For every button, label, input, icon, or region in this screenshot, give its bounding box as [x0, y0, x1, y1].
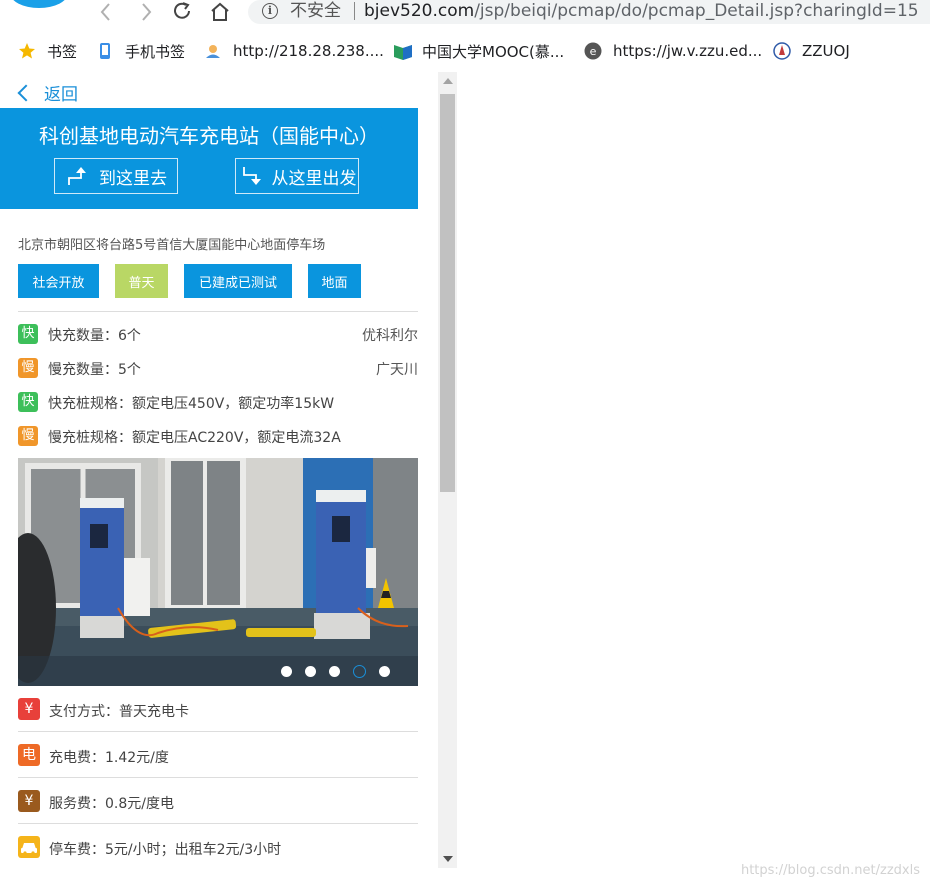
url-host: bjev520.com: [364, 1, 475, 21]
station-photo-carousel[interactable]: [18, 458, 418, 686]
electricity-icon: 电: [18, 744, 40, 766]
reload-icon[interactable]: [170, 0, 194, 24]
service-fee-row: ¥ 服务费：0.8元/度电: [18, 790, 418, 814]
bookmark-label: http://218.28.238....: [233, 42, 384, 60]
chevron-left-icon: [17, 84, 35, 101]
url-path: /jsp/beiqi/pcmap/do/pcmap_Detail.jsp?cha…: [474, 1, 919, 21]
carousel-dot[interactable]: [379, 666, 390, 677]
edge-icon: e: [584, 42, 602, 60]
url-text[interactable]: bjev520.com/jsp/beiqi/pcmap/do/pcmap_Det…: [364, 0, 919, 22]
bookmark-item[interactable]: 手机书签: [96, 36, 185, 66]
divider: [18, 777, 418, 778]
fast-count-row: 快 快充数量：6个 优科利尔: [18, 322, 418, 348]
depart-here-button[interactable]: 从这里出发: [235, 158, 359, 194]
charge-fee: 充电费：1.42元/度: [49, 750, 169, 766]
charge-fee-row: 电 充电费：1.42元/度: [18, 744, 418, 768]
station-photo: [18, 458, 418, 686]
tag-label: 地面: [321, 275, 348, 291]
tag-label: 社会开放: [32, 275, 85, 291]
payment-row: ¥ 支付方式：普天充电卡: [18, 698, 418, 722]
back-arrow-icon[interactable]: [94, 0, 118, 24]
scroll-up-arrow-icon[interactable]: [443, 78, 453, 84]
scrollbar-thumb[interactable]: [440, 94, 455, 492]
carousel-dots: [268, 665, 390, 678]
parking-fee: 停车费：5元/小时；出租车2元/3小时: [49, 842, 282, 858]
scroll-down-arrow-icon[interactable]: [443, 856, 453, 862]
fast-spec-icon: 快: [18, 392, 38, 412]
slow-charge-icon: 慢: [18, 358, 38, 378]
go-there-label: 到这里去: [99, 168, 167, 189]
phone-icon: [96, 42, 114, 60]
back-label: 返回: [44, 85, 78, 105]
bookmark-item[interactable]: 中国大学MOOC(慕...: [393, 36, 564, 66]
payment-yen-icon: ¥: [18, 698, 40, 720]
tag-operator: 普天: [115, 264, 168, 298]
browser-logo-icon: [10, 0, 68, 8]
divider: [18, 823, 418, 824]
fast-count: 快充数量：6个: [48, 328, 141, 344]
payment-method: 支付方式：普天充电卡: [49, 704, 189, 720]
site-icon: [204, 42, 222, 60]
fast-spec: 快充桩规格：额定电压450V，额定功率15kW: [48, 396, 335, 412]
bookmark-item[interactable]: 书签: [18, 36, 77, 66]
zzu-icon: [773, 42, 791, 60]
station-banner: 科创基地电动汽车充电站（国能中心） 到这里去 从这里出发: [0, 108, 418, 209]
slow-spec: 慢充桩规格：额定电压AC220V，额定电流32A: [48, 430, 341, 446]
svg-text:e: e: [590, 45, 597, 58]
carousel-dot[interactable]: [329, 666, 340, 677]
slow-spec-row: 慢 慢充桩规格：额定电压AC220V，额定电流32A: [18, 424, 418, 450]
carousel-dot-active[interactable]: [353, 665, 366, 678]
taxi-icon: [18, 836, 40, 858]
bookmark-label: ZZUOJ: [802, 42, 850, 60]
bookmark-label: 书签: [47, 42, 78, 61]
star-icon: [18, 42, 36, 60]
mooc-icon: [393, 42, 412, 60]
station-title: 科创基地电动汽车充电站（国能中心）: [39, 124, 379, 148]
divider: [18, 311, 418, 312]
tag-status: 已建成已测试: [184, 264, 292, 298]
slow-count-row: 慢 慢充数量：5个 广天川: [18, 356, 418, 382]
fast-charge-icon: 快: [18, 324, 38, 344]
fast-spec-row: 快 快充桩规格：额定电压450V，额定功率15kW: [18, 390, 418, 416]
route-to-icon: [68, 167, 86, 185]
slow-spec-icon: 慢: [18, 426, 38, 446]
info-icon[interactable]: i: [262, 3, 278, 19]
security-label: 不安全: [290, 1, 341, 21]
tag-label: 普天: [128, 275, 155, 291]
depart-here-label: 从这里出发: [271, 168, 357, 189]
bookmarks-bar: 书签 手机书签 http://218.28.238.... 中国大学MOOC(慕…: [0, 36, 930, 66]
divider: [18, 731, 418, 732]
bookmark-label: https://jw.v.zzu.ed...: [613, 42, 763, 60]
carousel-dot[interactable]: [305, 666, 316, 677]
service-box-icon: ¥: [18, 790, 40, 812]
tag-label: 已建成已测试: [198, 275, 277, 291]
service-fee: 服务费：0.8元/度电: [49, 796, 174, 812]
station-address: 北京市朝阳区将台路5号首信大厦国能中心地面停车场: [18, 238, 326, 253]
page-scrollbar[interactable]: [438, 72, 457, 868]
route-from-icon: [242, 167, 261, 185]
tag-location-type: 地面: [308, 264, 361, 298]
carousel-dot[interactable]: [281, 666, 292, 677]
tag-public: 社会开放: [18, 264, 99, 298]
home-icon[interactable]: [208, 0, 232, 24]
forward-arrow-icon[interactable]: [134, 0, 158, 24]
url-separator: [354, 2, 355, 20]
bookmark-item[interactable]: http://218.28.238....: [204, 36, 384, 66]
slow-count: 慢充数量：5个: [48, 362, 141, 378]
bookmark-item[interactable]: e https://jw.v.zzu.ed...: [584, 36, 762, 66]
bookmark-label: 手机书签: [125, 42, 186, 61]
fast-brand: 优科利尔: [362, 328, 418, 344]
bookmark-label: 中国大学MOOC(慕...: [422, 42, 565, 61]
parking-fee-row: 停车费：5元/小时；出租车2元/3小时: [18, 836, 418, 860]
bookmark-item[interactable]: ZZUOJ: [773, 36, 850, 66]
slow-brand: 广天川: [376, 362, 418, 378]
go-there-button[interactable]: 到这里去: [54, 158, 178, 194]
back-link[interactable]: 返回: [16, 80, 78, 105]
address-bar: i 不安全 bjev520.com/jsp/beiqi/pcmap/do/pcm…: [0, 0, 930, 30]
watermark: https://blog.csdn.net/zzdxls: [740, 863, 920, 878]
